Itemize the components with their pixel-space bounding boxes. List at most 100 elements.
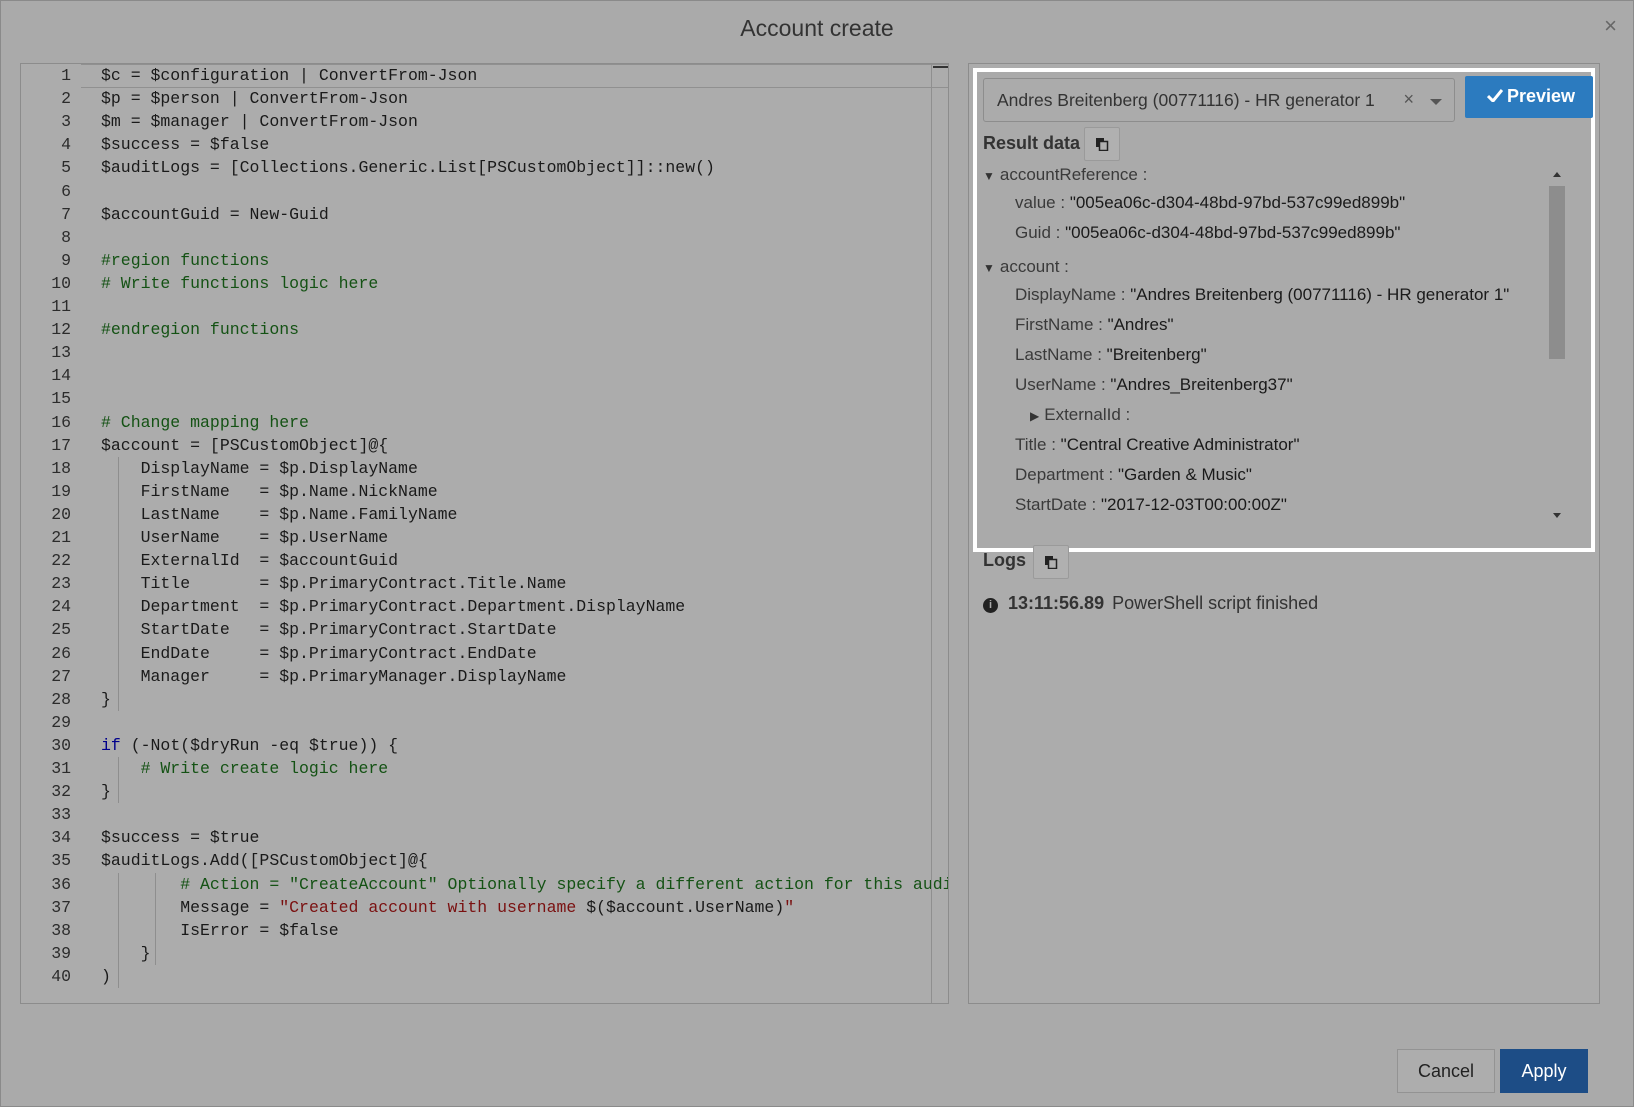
expand-down-icon[interactable]: ▼ bbox=[983, 169, 995, 183]
line-number: 16 bbox=[51, 412, 71, 432]
code-token: FirstName = $p.Name.NickName bbox=[101, 481, 438, 501]
indent-guide bbox=[118, 757, 119, 804]
code-line[interactable]: 37 Message = "Created account with usern… bbox=[21, 896, 948, 920]
code-line[interactable]: 14 bbox=[21, 364, 948, 388]
code-token: Manager = $p.PrimaryManager.DisplayName bbox=[101, 666, 567, 686]
code-text: $success = $true bbox=[101, 826, 259, 850]
code-line[interactable]: 11 bbox=[21, 295, 948, 319]
code-line[interactable]: 25 StartDate = $p.PrimaryContract.StartD… bbox=[21, 618, 948, 642]
code-line[interactable]: 8 bbox=[21, 226, 948, 250]
code-line[interactable]: 36 # Action = "CreateAccount" Optionally… bbox=[21, 873, 948, 897]
code-text: $account = [PSCustomObject]@{ bbox=[101, 434, 388, 458]
close-icon[interactable]: × bbox=[1604, 13, 1617, 39]
tree-key: UserName : bbox=[1015, 375, 1111, 394]
tree-row[interactable]: ▼ accountReference : bbox=[983, 165, 1147, 185]
code-text: # Write create logic here bbox=[101, 757, 389, 781]
code-line[interactable]: 28} bbox=[21, 688, 948, 712]
code-line[interactable]: 34 $success = $true bbox=[21, 826, 948, 850]
apply-button[interactable]: Apply bbox=[1500, 1049, 1588, 1093]
copy-logs-button[interactable] bbox=[1033, 545, 1069, 579]
code-line[interactable]: 24 Department = $p.PrimaryContract.Depar… bbox=[21, 595, 948, 619]
scroll-up-icon[interactable] bbox=[1553, 172, 1561, 177]
copy-icon bbox=[1096, 138, 1109, 151]
code-line[interactable]: 5 $auditLogs = [Collections.Generic.List[… bbox=[21, 156, 948, 180]
result-scrollbar[interactable] bbox=[1549, 166, 1565, 524]
preview-button[interactable]: Preview bbox=[1465, 76, 1593, 118]
code-token: ) bbox=[101, 966, 111, 986]
code-text: $auditLogs.Add([PSCustomObject]@{ bbox=[101, 849, 428, 873]
code-token: } bbox=[101, 943, 151, 963]
code-line[interactable]: 33 bbox=[21, 803, 948, 827]
code-token: $success = $true bbox=[101, 828, 260, 848]
code-token: LastName = $p.Name.FamilyName bbox=[101, 504, 458, 524]
code-line[interactable]: 29 bbox=[21, 711, 948, 735]
copy-result-button[interactable] bbox=[1084, 127, 1120, 161]
tree-row[interactable]: ▶ ExternalId : bbox=[1030, 405, 1130, 425]
code-line[interactable]: 30 if (-Not($dryRun -eq $true)) { bbox=[21, 734, 948, 758]
code-line[interactable]: 12 #endregion functions bbox=[21, 318, 948, 342]
line-number: 28 bbox=[51, 689, 71, 709]
code-line[interactable]: 1 $c = $configuration | ConvertFrom-Json bbox=[21, 64, 948, 88]
tree-row: UserName : "Andres_Breitenberg37" bbox=[1015, 375, 1293, 395]
code-line[interactable]: 2 $p = $person | ConvertFrom-Json bbox=[21, 87, 948, 111]
code-line[interactable]: 20 LastName = $p.Name.FamilyName bbox=[21, 503, 948, 527]
code-line[interactable]: 23 Title = $p.PrimaryContract.Title.Name bbox=[21, 572, 948, 596]
line-number: 33 bbox=[51, 805, 71, 825]
code-token: EndDate = $p.PrimaryContract.EndDate bbox=[101, 643, 537, 663]
tree-key: Guid : bbox=[1015, 223, 1066, 242]
result-tree[interactable]: ▼ accountReference : value : "005ea06c-d30… bbox=[983, 165, 1543, 535]
code-line[interactable]: 6 bbox=[21, 180, 948, 204]
code-line[interactable]: 10 # Write functions logic here bbox=[21, 272, 948, 296]
code-text: if (-Not($dryRun -eq $true)) { bbox=[101, 734, 398, 758]
code-line[interactable]: 40) bbox=[21, 965, 948, 989]
code-token: } bbox=[101, 782, 111, 802]
tree-row[interactable]: ▼ account : bbox=[983, 257, 1069, 277]
editor-scroll-thumb[interactable] bbox=[933, 66, 948, 68]
code-text: $p = $person | ConvertFrom-Json bbox=[101, 87, 408, 111]
line-number: 15 bbox=[51, 389, 71, 409]
code-line[interactable]: 7 $accountGuid = New-Guid bbox=[21, 203, 948, 227]
code-text: $c = $configuration | ConvertFrom-Json bbox=[101, 64, 477, 88]
code-line[interactable]: 18 DisplayName = $p.DisplayName bbox=[21, 457, 948, 481]
code-line[interactable]: 38 IsError = $false bbox=[21, 919, 948, 943]
copy-icon bbox=[1045, 556, 1058, 569]
tree-value: "2017-12-03T00:00:00Z" bbox=[1100, 495, 1287, 514]
code-line[interactable]: 26 EndDate = $p.PrimaryContract.EndDate bbox=[21, 642, 948, 666]
code-line[interactable]: 17 $account = [PSCustomObject]@{ bbox=[21, 434, 948, 458]
code-line[interactable]: 9 #region functions bbox=[21, 249, 948, 273]
code-line[interactable]: 21 UserName = $p.UserName bbox=[21, 526, 948, 550]
code-token: IsError = $false bbox=[101, 920, 339, 940]
code-text: $success = $false bbox=[101, 133, 269, 157]
code-line[interactable]: 4 $success = $false bbox=[21, 133, 948, 157]
code-line[interactable]: 19 FirstName = $p.Name.NickName bbox=[21, 480, 948, 504]
line-number: 13 bbox=[51, 343, 71, 363]
person-select-value: Andres Breitenberg (00771116) - HR gener… bbox=[997, 90, 1375, 110]
code-line[interactable]: 16 # Change mapping here bbox=[21, 411, 948, 435]
code-line[interactable]: 39 } bbox=[21, 942, 948, 966]
code-text: } bbox=[101, 780, 111, 804]
tree-row: StartDate : "2017-12-03T00:00:00Z" bbox=[1015, 495, 1287, 515]
scroll-thumb[interactable] bbox=[1549, 186, 1565, 359]
expand-down-icon[interactable]: ▼ bbox=[983, 261, 995, 275]
code-line[interactable]: 15 bbox=[21, 387, 948, 411]
cancel-button[interactable]: Cancel bbox=[1397, 1049, 1495, 1093]
chevron-down-icon[interactable] bbox=[1430, 99, 1442, 105]
code-line[interactable]: 27 Manager = $p.PrimaryManager.DisplayNa… bbox=[21, 665, 948, 689]
person-select[interactable]: Andres Breitenberg (00771116) - HR gener… bbox=[983, 78, 1455, 122]
code-line[interactable]: 31 # Write create logic here bbox=[21, 757, 948, 781]
line-number: 32 bbox=[51, 782, 71, 802]
code-token: $c = $configuration | ConvertFrom-Json bbox=[101, 66, 478, 85]
code-line[interactable]: 35 $auditLogs.Add([PSCustomObject]@{ bbox=[21, 849, 948, 873]
code-line[interactable]: 22 ExternalId = $accountGuid bbox=[21, 549, 948, 573]
clear-icon[interactable]: × bbox=[1403, 89, 1414, 110]
expand-right-icon[interactable]: ▶ bbox=[1030, 409, 1039, 423]
tree-key: account : bbox=[999, 257, 1069, 276]
line-number: 17 bbox=[51, 435, 71, 455]
code-editor[interactable]: 1 $c = $configuration | ConvertFrom-Json 2… bbox=[20, 63, 949, 1004]
editor-overview-ruler[interactable] bbox=[931, 64, 948, 1003]
code-line[interactable]: 32} bbox=[21, 780, 948, 804]
scroll-down-icon[interactable] bbox=[1553, 513, 1561, 518]
indent-guide bbox=[118, 456, 119, 711]
code-line[interactable]: 3 $m = $manager | ConvertFrom-Json bbox=[21, 110, 948, 134]
code-line[interactable]: 13 bbox=[21, 341, 948, 365]
